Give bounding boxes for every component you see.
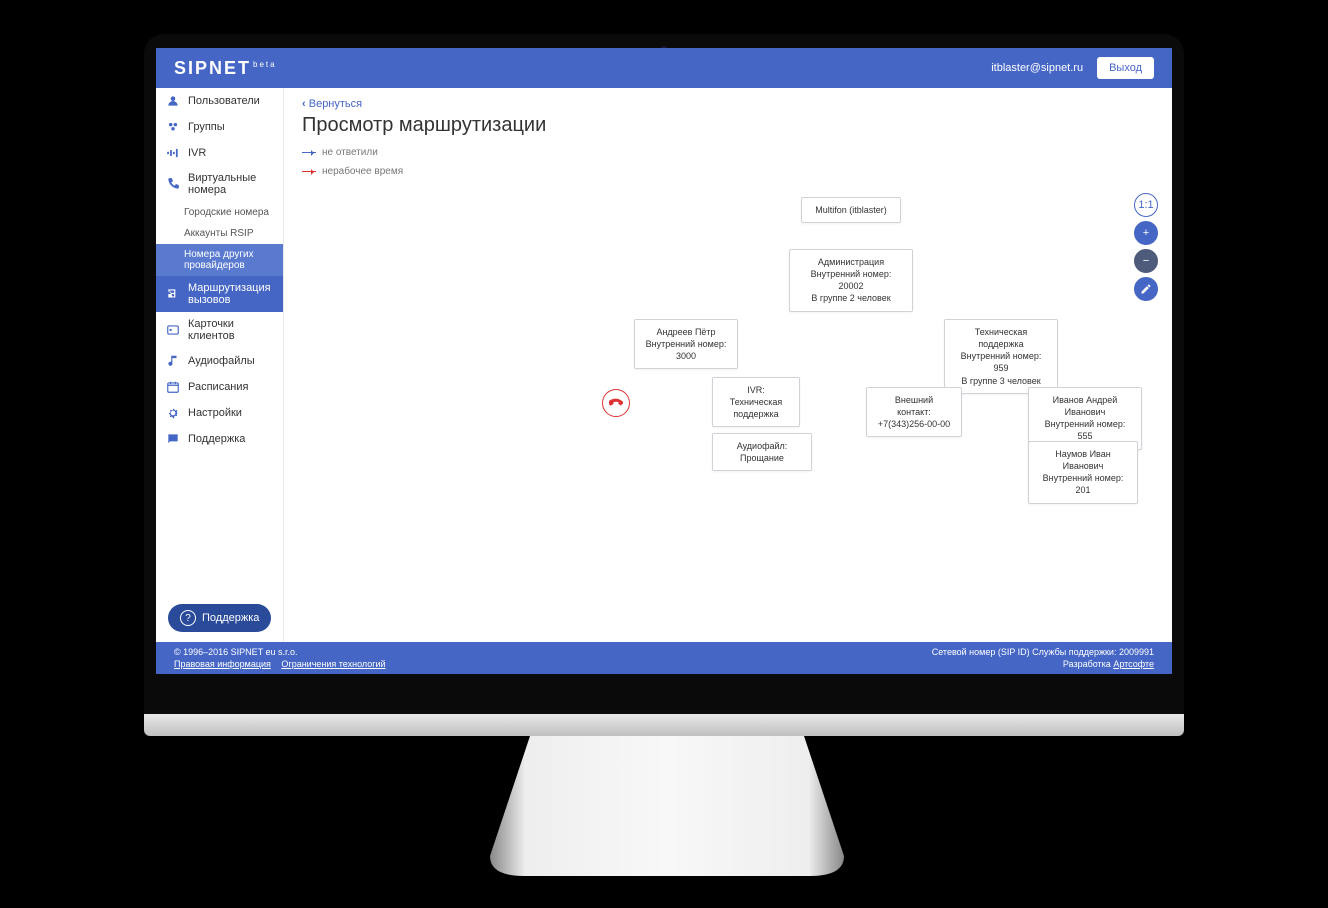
node-text: Андреев Пётр: [645, 326, 727, 338]
sidebar-item-label: IVR: [188, 147, 206, 159]
sidebar-item-label: Настройки: [188, 407, 242, 419]
node-admin[interactable]: Администрация Внутренний номер: 20002 В …: [789, 249, 913, 312]
support-sip-id: Сетевой номер (SIP ID) Службы поддержки:…: [932, 647, 1154, 657]
sidebar-item-label: Группы: [188, 121, 225, 133]
zoom-fit-button[interactable]: 1:1: [1134, 193, 1158, 217]
sidebar-item-audio[interactable]: Аудиофайлы: [156, 348, 283, 374]
sidebar: Пользователи Группы IVR Виртуальные номе…: [156, 88, 284, 642]
sidebar-item-label: Виртуальные номера: [188, 172, 273, 196]
screen: SIPNETbeta itblaster@sipnet.ru Выход Пол…: [156, 48, 1172, 674]
node-root[interactable]: Multifon (itblaster): [801, 197, 901, 223]
back-link[interactable]: Вернуться: [284, 88, 1172, 114]
node-text: Администрация: [800, 256, 902, 268]
tech-limits-link[interactable]: Ограничения технологий: [281, 659, 385, 669]
node-line: В группе 3 человек: [955, 375, 1047, 387]
node-line: Внутренний номер: 201: [1039, 472, 1127, 496]
sidebar-item-label: Расписания: [188, 381, 248, 393]
sidebar-item-label: Пользователи: [188, 95, 260, 107]
sidebar-item-settings[interactable]: Настройки: [156, 400, 283, 426]
pencil-icon: [1140, 283, 1152, 295]
zoom-in-button[interactable]: +: [1134, 221, 1158, 245]
node-naumov[interactable]: Наумов Иван Иванович Внутренний номер: 2…: [1028, 441, 1138, 504]
monitor-stand: [490, 736, 844, 876]
legend: не ответили нерабочее время: [284, 147, 1172, 185]
connectors: [284, 185, 584, 335]
node-line: +7(343)256-00-00: [877, 418, 951, 430]
sidebar-sub-city-numbers[interactable]: Городские номера: [156, 202, 283, 223]
node-text: Наумов Иван Иванович: [1039, 448, 1127, 472]
node-text: Multifon (itblaster): [812, 204, 890, 216]
audio-icon: [166, 354, 180, 368]
footer-bar: © 1996–2016 SIPNET eu s.r.o. Правовая ин…: [156, 642, 1172, 674]
legend-label: не ответили: [322, 147, 378, 158]
ivr-icon: [166, 146, 180, 160]
diagram-tools: 1:1 + −: [1134, 193, 1158, 301]
brand-text: SIPNET: [174, 58, 251, 78]
sidebar-item-label: Аудиофайлы: [188, 355, 255, 367]
groups-icon: [166, 120, 180, 134]
sidebar-item-label: Карточки клиентов: [188, 318, 273, 342]
support-icon: [166, 432, 180, 446]
users-icon: [166, 94, 180, 108]
brand-logo[interactable]: SIPNETbeta: [174, 58, 277, 79]
edit-button[interactable]: [1134, 277, 1158, 301]
node-ivr[interactable]: IVR: Техническая поддержка: [712, 377, 800, 427]
legend-label: нерабочее время: [322, 166, 403, 177]
arrow-red-icon: [302, 171, 316, 172]
node-text: Иванов Андрей Иванович: [1039, 394, 1131, 418]
sidebar-item-label: Маршрутизация вызовов: [188, 282, 273, 306]
node-line: Внутренний номер: 555: [1039, 418, 1131, 442]
arrow-blue-icon: [302, 152, 316, 153]
page-title: Просмотр маршрутизации: [284, 114, 1172, 147]
zoom-out-button[interactable]: −: [1134, 249, 1158, 273]
cards-icon: [166, 323, 180, 337]
legal-link[interactable]: Правовая информация: [174, 659, 271, 669]
node-text: Техническая поддержка: [955, 326, 1047, 350]
sidebar-item-groups[interactable]: Группы: [156, 114, 283, 140]
legend-off-hours: нерабочее время: [302, 166, 1154, 177]
header-bar: SIPNETbeta itblaster@sipnet.ru Выход: [156, 48, 1172, 88]
sidebar-sub-other-providers[interactable]: Номера других провайдеров: [156, 244, 283, 276]
sidebar-item-schedule[interactable]: Расписания: [156, 374, 283, 400]
route-icon: [166, 287, 180, 301]
dev-link[interactable]: Артсофте: [1113, 659, 1154, 669]
node-text: IVR: Техническая поддержка: [723, 384, 789, 420]
node-text: Внешний контакт:: [877, 394, 951, 418]
node-andreev[interactable]: Андреев Пётр Внутренний номер: 3000: [634, 319, 738, 369]
node-hangup[interactable]: [602, 389, 630, 417]
routing-diagram[interactable]: Multifon (itblaster) Администрация Внутр…: [284, 185, 1172, 642]
schedule-icon: [166, 380, 180, 394]
sidebar-item-users[interactable]: Пользователи: [156, 88, 283, 114]
node-line: Внутренний номер: 959: [955, 350, 1047, 374]
copyright-text: © 1996–2016 SIPNET eu s.r.o.: [174, 647, 394, 657]
sidebar-item-cards[interactable]: Карточки клиентов: [156, 312, 283, 348]
node-ext-contact[interactable]: Внешний контакт: +7(343)256-00-00: [866, 387, 962, 437]
node-line: Внутренний номер: 3000: [645, 338, 727, 362]
sidebar-item-routing[interactable]: Маршрутизация вызовов: [156, 276, 283, 312]
sidebar-item-label: Поддержка: [188, 433, 245, 445]
node-line: В группе 2 человек: [800, 292, 902, 304]
node-line: Внутренний номер: 20002: [800, 268, 902, 292]
sidebar-sub-rsip[interactable]: Аккаунты RSIP: [156, 223, 283, 244]
node-audio[interactable]: Аудиофайл: Прощание: [712, 433, 812, 471]
brand-beta: beta: [253, 60, 277, 69]
dev-prefix: Разработка: [1063, 659, 1113, 669]
logout-button[interactable]: Выход: [1097, 57, 1154, 79]
legend-no-answer: не ответили: [302, 147, 1154, 158]
node-tech[interactable]: Техническая поддержка Внутренний номер: …: [944, 319, 1058, 394]
support-widget-label: Поддержка: [202, 612, 259, 624]
sidebar-item-ivr[interactable]: IVR: [156, 140, 283, 166]
node-text: Аудиофайл: Прощание: [723, 440, 801, 464]
support-widget[interactable]: ? Поддержка: [168, 604, 271, 632]
question-icon: ?: [180, 610, 196, 626]
sidebar-item-support[interactable]: Поддержка: [156, 426, 283, 452]
phone-icon: [166, 177, 180, 191]
content-area: Вернуться Просмотр маршрутизации не отве…: [284, 88, 1172, 642]
developed-by: Разработка Артсофте: [932, 659, 1154, 669]
user-email[interactable]: itblaster@sipnet.ru: [991, 62, 1083, 74]
hangup-icon: [609, 396, 623, 410]
monitor-bezel: [144, 714, 1184, 736]
gear-icon: [166, 406, 180, 420]
sidebar-item-virtual-numbers[interactable]: Виртуальные номера: [156, 166, 283, 202]
